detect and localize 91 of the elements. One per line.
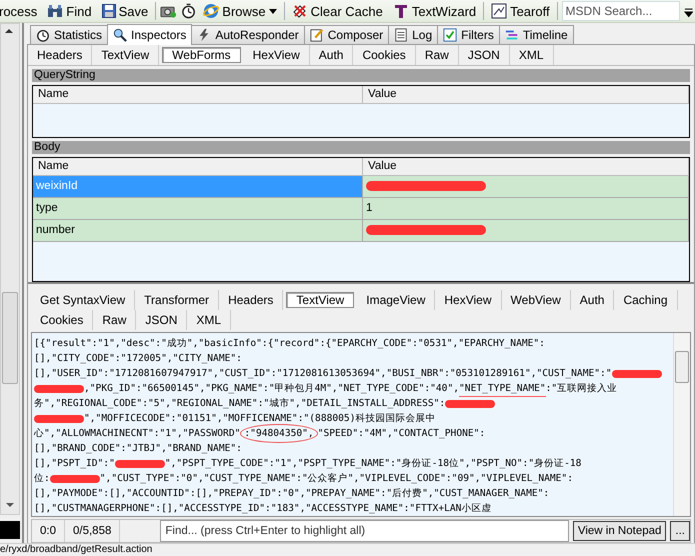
letter-t-icon <box>392 3 409 19</box>
redaction-mark <box>34 414 84 422</box>
redaction-mark <box>50 474 100 482</box>
scroll-thumb[interactable] <box>2 292 18 384</box>
json-text: [],"CITY_CODE":"172005","CITY_NAME": <box>34 352 242 366</box>
tab[interactable]: XML <box>510 45 554 65</box>
table-cell[interactable]: type <box>33 198 363 220</box>
status-text: e/ryxd/broadband/getResult.action <box>0 543 695 555</box>
document-icon <box>394 28 408 42</box>
toolbar-button[interactable]: Save <box>98 1 152 21</box>
scrollbar[interactable] <box>0 23 20 515</box>
toolbar-button[interactable]: View in Notepad <box>572 521 666 541</box>
column-header: Name <box>33 158 363 176</box>
tab[interactable]: Inspectors <box>107 24 192 45</box>
section-header: Body <box>32 140 690 154</box>
tab[interactable]: Statistics <box>30 25 108 44</box>
stopwatch-icon <box>36 28 50 42</box>
tab[interactable]: Transformer <box>135 290 220 310</box>
json-text: :"互联网接入业 <box>546 382 618 396</box>
tab[interactable]: Headers <box>28 45 92 65</box>
json-text: 务","REGIONAL_CODE":"5","REGIONAL_NAME":"城市","DETAIL_INSTALL_ADDRESS": <box>34 397 446 411</box>
section-header: QueryString <box>32 69 690 82</box>
tab[interactable]: HexView <box>244 45 310 65</box>
redaction-mark <box>612 370 662 378</box>
toolbar-button[interactable]: Clear Cache <box>288 1 386 21</box>
tab[interactable]: Raw <box>416 45 459 65</box>
tab[interactable]: WebForms <box>162 47 241 63</box>
stopwatch-icon[interactable] <box>181 3 196 19</box>
tab[interactable]: Filters <box>437 25 500 44</box>
tab[interactable]: JSON <box>136 310 188 330</box>
underlined-json-text: "NET_TYPE_NAME" <box>459 380 546 396</box>
tab[interactable]: AutoResponder <box>191 25 305 44</box>
tab[interactable]: ImageView <box>357 290 436 310</box>
toolbar-button[interactable]: ... <box>670 521 690 541</box>
search-field[interactable]: MSDN Search... <box>562 1 680 21</box>
json-text: ","MOFFICECODE":"01151","MOFFICENAME":"(888005)科技园国际会展中 <box>84 412 436 426</box>
timeline-bars-icon <box>504 28 519 42</box>
checkbox-icon <box>443 28 458 42</box>
scrollbar[interactable] <box>673 333 690 516</box>
toolbar-dropdown[interactable]: Browse <box>200 1 280 21</box>
tab[interactable]: Cookies <box>353 45 416 65</box>
globe-e-icon <box>203 3 220 19</box>
filled-panel <box>0 521 20 539</box>
redaction-mark <box>114 460 165 468</box>
json-text: [],"PAYMODE":[],"ACCOUNTID":[],"PREPAY_ID":"0","PREPAY_NAME":"后付费","CUST_MANAGER_NAME": <box>34 487 550 501</box>
tab[interactable]: JSON <box>458 45 510 65</box>
circled-json-text: :"94804350", <box>240 424 318 443</box>
json-text: ","PSPT_TYPE_CODE":"1","PSPT_TYPE_NAME":"身份证-18位","PSPT_NO":"身份证-18 <box>164 457 582 471</box>
tab[interactable]: XML <box>187 310 232 330</box>
caret-icon <box>268 8 277 14</box>
toolbar-button[interactable]: TextWizard <box>390 1 480 21</box>
tab[interactable]: Caching <box>614 290 678 310</box>
toolbar-button[interactable]: Find <box>44 1 95 21</box>
tab[interactable]: Composer <box>304 25 390 44</box>
json-text: ,"PKG_ID":"66500145","PKG_NAME":"甲种包月4M","NET_TYPE_CODE":"40", <box>84 382 460 396</box>
json-text: [],"CUSTMANAGERPHONE":[],"ACCESSTYPE_ID":"183","ACCESSTYPE_NAME":"FTTX+LAN小区虚 <box>34 502 492 516</box>
json-text: [],"PSPT_ID":" <box>34 457 115 471</box>
json-text: 位: <box>34 472 50 486</box>
pencil-note-icon <box>310 28 324 42</box>
toolbar-button[interactable]: rocess <box>0 1 40 21</box>
tab[interactable]: HexView <box>435 290 502 310</box>
toolbar-button[interactable]: Tearoff <box>488 1 553 21</box>
magnifier-icon <box>113 28 128 42</box>
tab[interactable]: Auth <box>570 290 614 310</box>
json-text: "SPEED":"4M","CONTACT_PHONE": <box>318 427 486 441</box>
character-count: 0/5,858 <box>65 520 120 542</box>
column-header: Value <box>363 158 689 176</box>
table-cell: 1 <box>363 198 689 220</box>
binoculars-icon <box>47 4 64 18</box>
tab[interactable]: Get SyntaxView <box>31 290 136 310</box>
table-cell[interactable]: number <box>33 220 363 242</box>
column-header: Name <box>33 86 363 104</box>
cursor-position: 0:0 <box>32 520 65 542</box>
json-text: [],"BRAND_CODE":"JTBJ","BRAND_NAME": <box>34 442 242 456</box>
tab[interactable]: Raw <box>93 310 136 330</box>
tab[interactable]: Cookies <box>31 310 94 330</box>
tab[interactable]: Timeline <box>498 25 574 44</box>
tab[interactable]: WebView <box>502 290 571 310</box>
tab[interactable]: TextView <box>286 292 354 308</box>
find-field[interactable]: Find... (press Ctrl+Enter to highlight all) <box>160 520 569 542</box>
tab[interactable]: Auth <box>310 45 354 65</box>
redaction-mark <box>34 384 84 392</box>
json-text: [],"USER_ID":"1712081607947917","CUST_ID":"1712081613053694","BUSI_NBR":"053101289161","CUST_NAME":" <box>34 367 612 381</box>
tab[interactable]: TextView <box>92 45 160 65</box>
tab[interactable]: Headers <box>219 290 284 310</box>
json-text: 心","ALLOWMACHINECNT":"1","PASSWORD" <box>34 427 240 441</box>
redaction-mark <box>445 400 496 408</box>
column-header: Value <box>363 86 689 104</box>
json-text: ","CUST_TYPE":"0","CUST_TYPE_NAME":"公众客户","VIPLEVEL_CODE":"09","VIPLEVEL_NAME": <box>100 472 573 486</box>
tab[interactable]: Log <box>388 25 438 44</box>
json-text: [{"result":"1","desc":"成功","basicInfo":{"record":{"EPARCHY_CODE":"0531","EPARCHY_NAME": <box>34 337 545 351</box>
